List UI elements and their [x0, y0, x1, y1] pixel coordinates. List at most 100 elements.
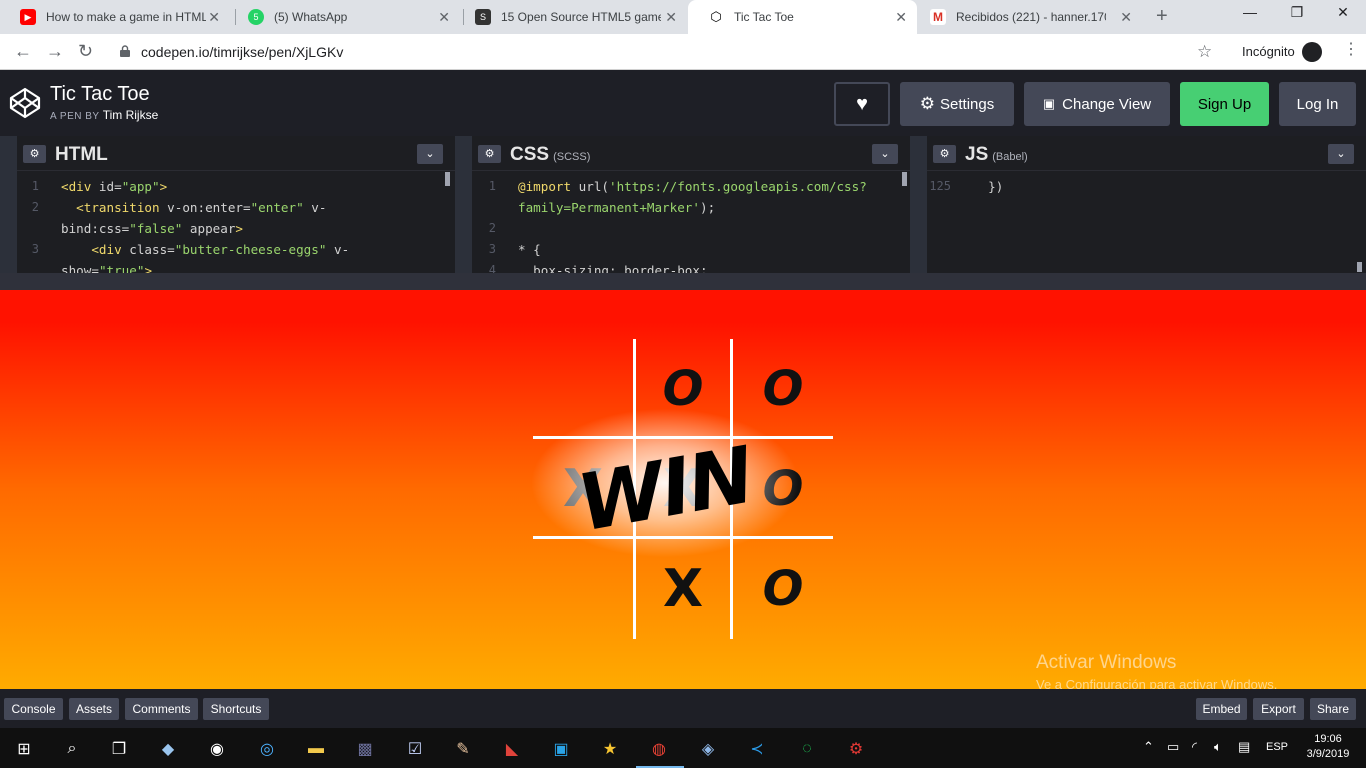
- activate-windows-title: Activar Windows: [1036, 652, 1177, 673]
- html-collapse-button[interactable]: ⌄: [417, 144, 443, 164]
- language-indicator[interactable]: ESP: [1266, 741, 1288, 753]
- spinner-app-icon[interactable]: ◌: [796, 738, 818, 760]
- pdf-reader-icon[interactable]: ◣: [501, 738, 523, 760]
- task-view-icon[interactable]: ❐: [108, 738, 130, 760]
- incognito-label: Incógnito: [1242, 44, 1295, 59]
- log-in-button[interactable]: Log In: [1279, 82, 1356, 126]
- editor-resize-handle[interactable]: [455, 136, 472, 273]
- result-preview[interactable]: O O X X O X O WIN Activar Windows Ve a C…: [0, 273, 1366, 689]
- star-app-icon[interactable]: ★: [599, 738, 621, 760]
- line-number: 1: [488, 179, 496, 193]
- steam-icon[interactable]: ◉: [206, 738, 228, 760]
- browser-menu-icon[interactable]: ⋮: [1343, 42, 1359, 58]
- line-text: <div id="app">: [61, 179, 168, 194]
- notification-icon[interactable]: ▤: [1238, 739, 1250, 755]
- lock-icon[interactable]: [120, 45, 130, 57]
- change-view-button[interactable]: ▣ Change View: [1024, 82, 1170, 126]
- line-text: family=Permanent+Marker');: [518, 200, 716, 215]
- heart-button[interactable]: ♥: [834, 82, 890, 126]
- css-scrollbar[interactable]: [902, 172, 907, 186]
- pen-title: Tic Tac Toe: [50, 83, 150, 105]
- vscode-icon[interactable]: ≺: [746, 738, 768, 760]
- volume-icon[interactable]: 🔈︎: [1214, 739, 1222, 755]
- windows-taskbar: ⊞ ⌕ ❐ ◆ ◉ ◎ ▬ ▩ ☑ ✎ ◣ ▣ ★ ◍ ◈ ≺ ◌ ⚙ ⌃ ▭ …: [0, 728, 1366, 768]
- clock[interactable]: 19:06 3/9/2019: [1302, 732, 1354, 762]
- close-tab-icon[interactable]: ✕: [438, 9, 450, 25]
- tab-title: 15 Open Source HTML5 game: [501, 10, 661, 24]
- tab-tic-tac-toe[interactable]: ⬡ Tic Tac Toe ✕: [688, 0, 917, 34]
- bookmark-star-icon[interactable]: ☆: [1197, 42, 1212, 62]
- line-text: <div class="butter-cheese-eggs" v-: [61, 242, 350, 257]
- virtualbox-icon[interactable]: ◈: [697, 738, 719, 760]
- codepen-logo-icon[interactable]: [9, 87, 41, 119]
- restore-icon[interactable]: ❐: [1287, 4, 1307, 21]
- paint-icon[interactable]: ✎: [452, 738, 474, 760]
- uplay-icon[interactable]: ◎: [256, 738, 278, 760]
- back-icon[interactable]: ←: [14, 42, 32, 60]
- url-field[interactable]: codepen.io/timrijkse/pen/XjLGKv: [141, 44, 343, 60]
- close-window-icon[interactable]: ✕: [1333, 4, 1353, 21]
- editor-preprocessor: (SCSS): [553, 151, 591, 163]
- battery-icon[interactable]: ▭: [1167, 739, 1179, 755]
- tray-chevron-icon[interactable]: ⌃: [1143, 739, 1154, 755]
- wifi-icon[interactable]: ◜: [1192, 739, 1197, 755]
- reload-icon[interactable]: ↻: [78, 42, 93, 60]
- css-settings-icon[interactable]: ⚙: [478, 145, 501, 163]
- file-explorer-icon[interactable]: ▬: [305, 738, 327, 760]
- js-scrollbar[interactable]: [1357, 262, 1362, 272]
- search-icon[interactable]: ⌕: [61, 738, 83, 760]
- chrome-icon[interactable]: ◍: [648, 738, 670, 760]
- minimize-icon[interactable]: —: [1240, 4, 1260, 20]
- settings-button[interactable]: ⚙ Settings: [900, 82, 1014, 126]
- js-editor-header: ⚙ JS (Babel) ⌄: [927, 136, 1366, 171]
- sign-up-button[interactable]: Sign Up: [1180, 82, 1269, 126]
- line-number: 2: [488, 221, 496, 235]
- app-gear-icon[interactable]: ⚙: [845, 738, 867, 760]
- virtualbox-cube-icon[interactable]: ◆: [157, 738, 179, 760]
- windows-start-icon[interactable]: ⊞: [13, 738, 35, 760]
- browser-tab-strip: ▶ How to make a game in HTML ✕ 5 (5) Wha…: [0, 0, 1366, 34]
- html-editor[interactable]: ⚙ HTML ⌄ 1 <div id="app"> 2 <transition v-…: [17, 136, 455, 273]
- activate-windows-subtitle: Ve a Configuración para activar Windows.: [1036, 677, 1278, 689]
- incognito-icon[interactable]: [1302, 42, 1322, 62]
- tab-youtube[interactable]: ▶ How to make a game in HTML ✕: [0, 0, 230, 34]
- tab-title: Recibidos (221) - hanner.1701: [956, 10, 1106, 24]
- js-collapse-button[interactable]: ⌄: [1328, 144, 1354, 164]
- close-tab-icon[interactable]: ✕: [895, 9, 907, 25]
- comments-button[interactable]: Comments: [125, 698, 198, 720]
- store-icon[interactable]: ▣: [550, 738, 572, 760]
- html-scrollbar[interactable]: [445, 172, 450, 186]
- css-editor[interactable]: ⚙ CSS (SCSS) ⌄ 1 @import url('https://font…: [472, 136, 910, 273]
- share-button[interactable]: Share: [1310, 698, 1356, 720]
- checklist-icon[interactable]: ☑: [404, 738, 426, 760]
- tab-html5-games[interactable]: S 15 Open Source HTML5 game ✕: [455, 0, 687, 34]
- author-link[interactable]: Tim Rijkse: [103, 108, 159, 122]
- line-number: 4: [488, 263, 496, 273]
- line-text: bind:css="false" appear>: [61, 221, 244, 236]
- line-number: 3: [31, 242, 39, 256]
- js-editor[interactable]: ⚙ JS (Babel) ⌄ 125 }): [927, 136, 1366, 273]
- clock-date: 3/9/2019: [1306, 748, 1350, 760]
- close-tab-icon[interactable]: ✕: [208, 9, 220, 25]
- app-icon[interactable]: ▩: [354, 738, 376, 760]
- console-button[interactable]: Console: [4, 698, 63, 720]
- gmail-icon: M: [930, 9, 946, 25]
- embed-button[interactable]: Embed: [1196, 698, 1247, 720]
- css-collapse-button[interactable]: ⌄: [872, 144, 898, 164]
- html-settings-icon[interactable]: ⚙: [23, 145, 46, 163]
- editor-name: CSS: [510, 144, 550, 165]
- close-tab-icon[interactable]: ✕: [1120, 9, 1132, 25]
- assets-button[interactable]: Assets: [69, 698, 119, 720]
- editor-resize-handle[interactable]: [910, 136, 927, 273]
- tab-whatsapp[interactable]: 5 (5) WhatsApp ✕: [228, 0, 460, 34]
- new-tab-button[interactable]: +: [1156, 6, 1168, 26]
- line-text: }): [973, 179, 1004, 194]
- close-tab-icon[interactable]: ✕: [665, 9, 677, 25]
- line-number: 3: [488, 242, 496, 256]
- shortcuts-button[interactable]: Shortcuts: [203, 698, 269, 720]
- forward-icon[interactable]: →: [46, 42, 64, 60]
- codepen-icon: ⬡: [708, 9, 724, 25]
- js-settings-icon[interactable]: ⚙: [933, 145, 956, 163]
- export-button[interactable]: Export: [1253, 698, 1304, 720]
- tab-gmail[interactable]: M Recibidos (221) - hanner.1701 ✕: [910, 0, 1142, 34]
